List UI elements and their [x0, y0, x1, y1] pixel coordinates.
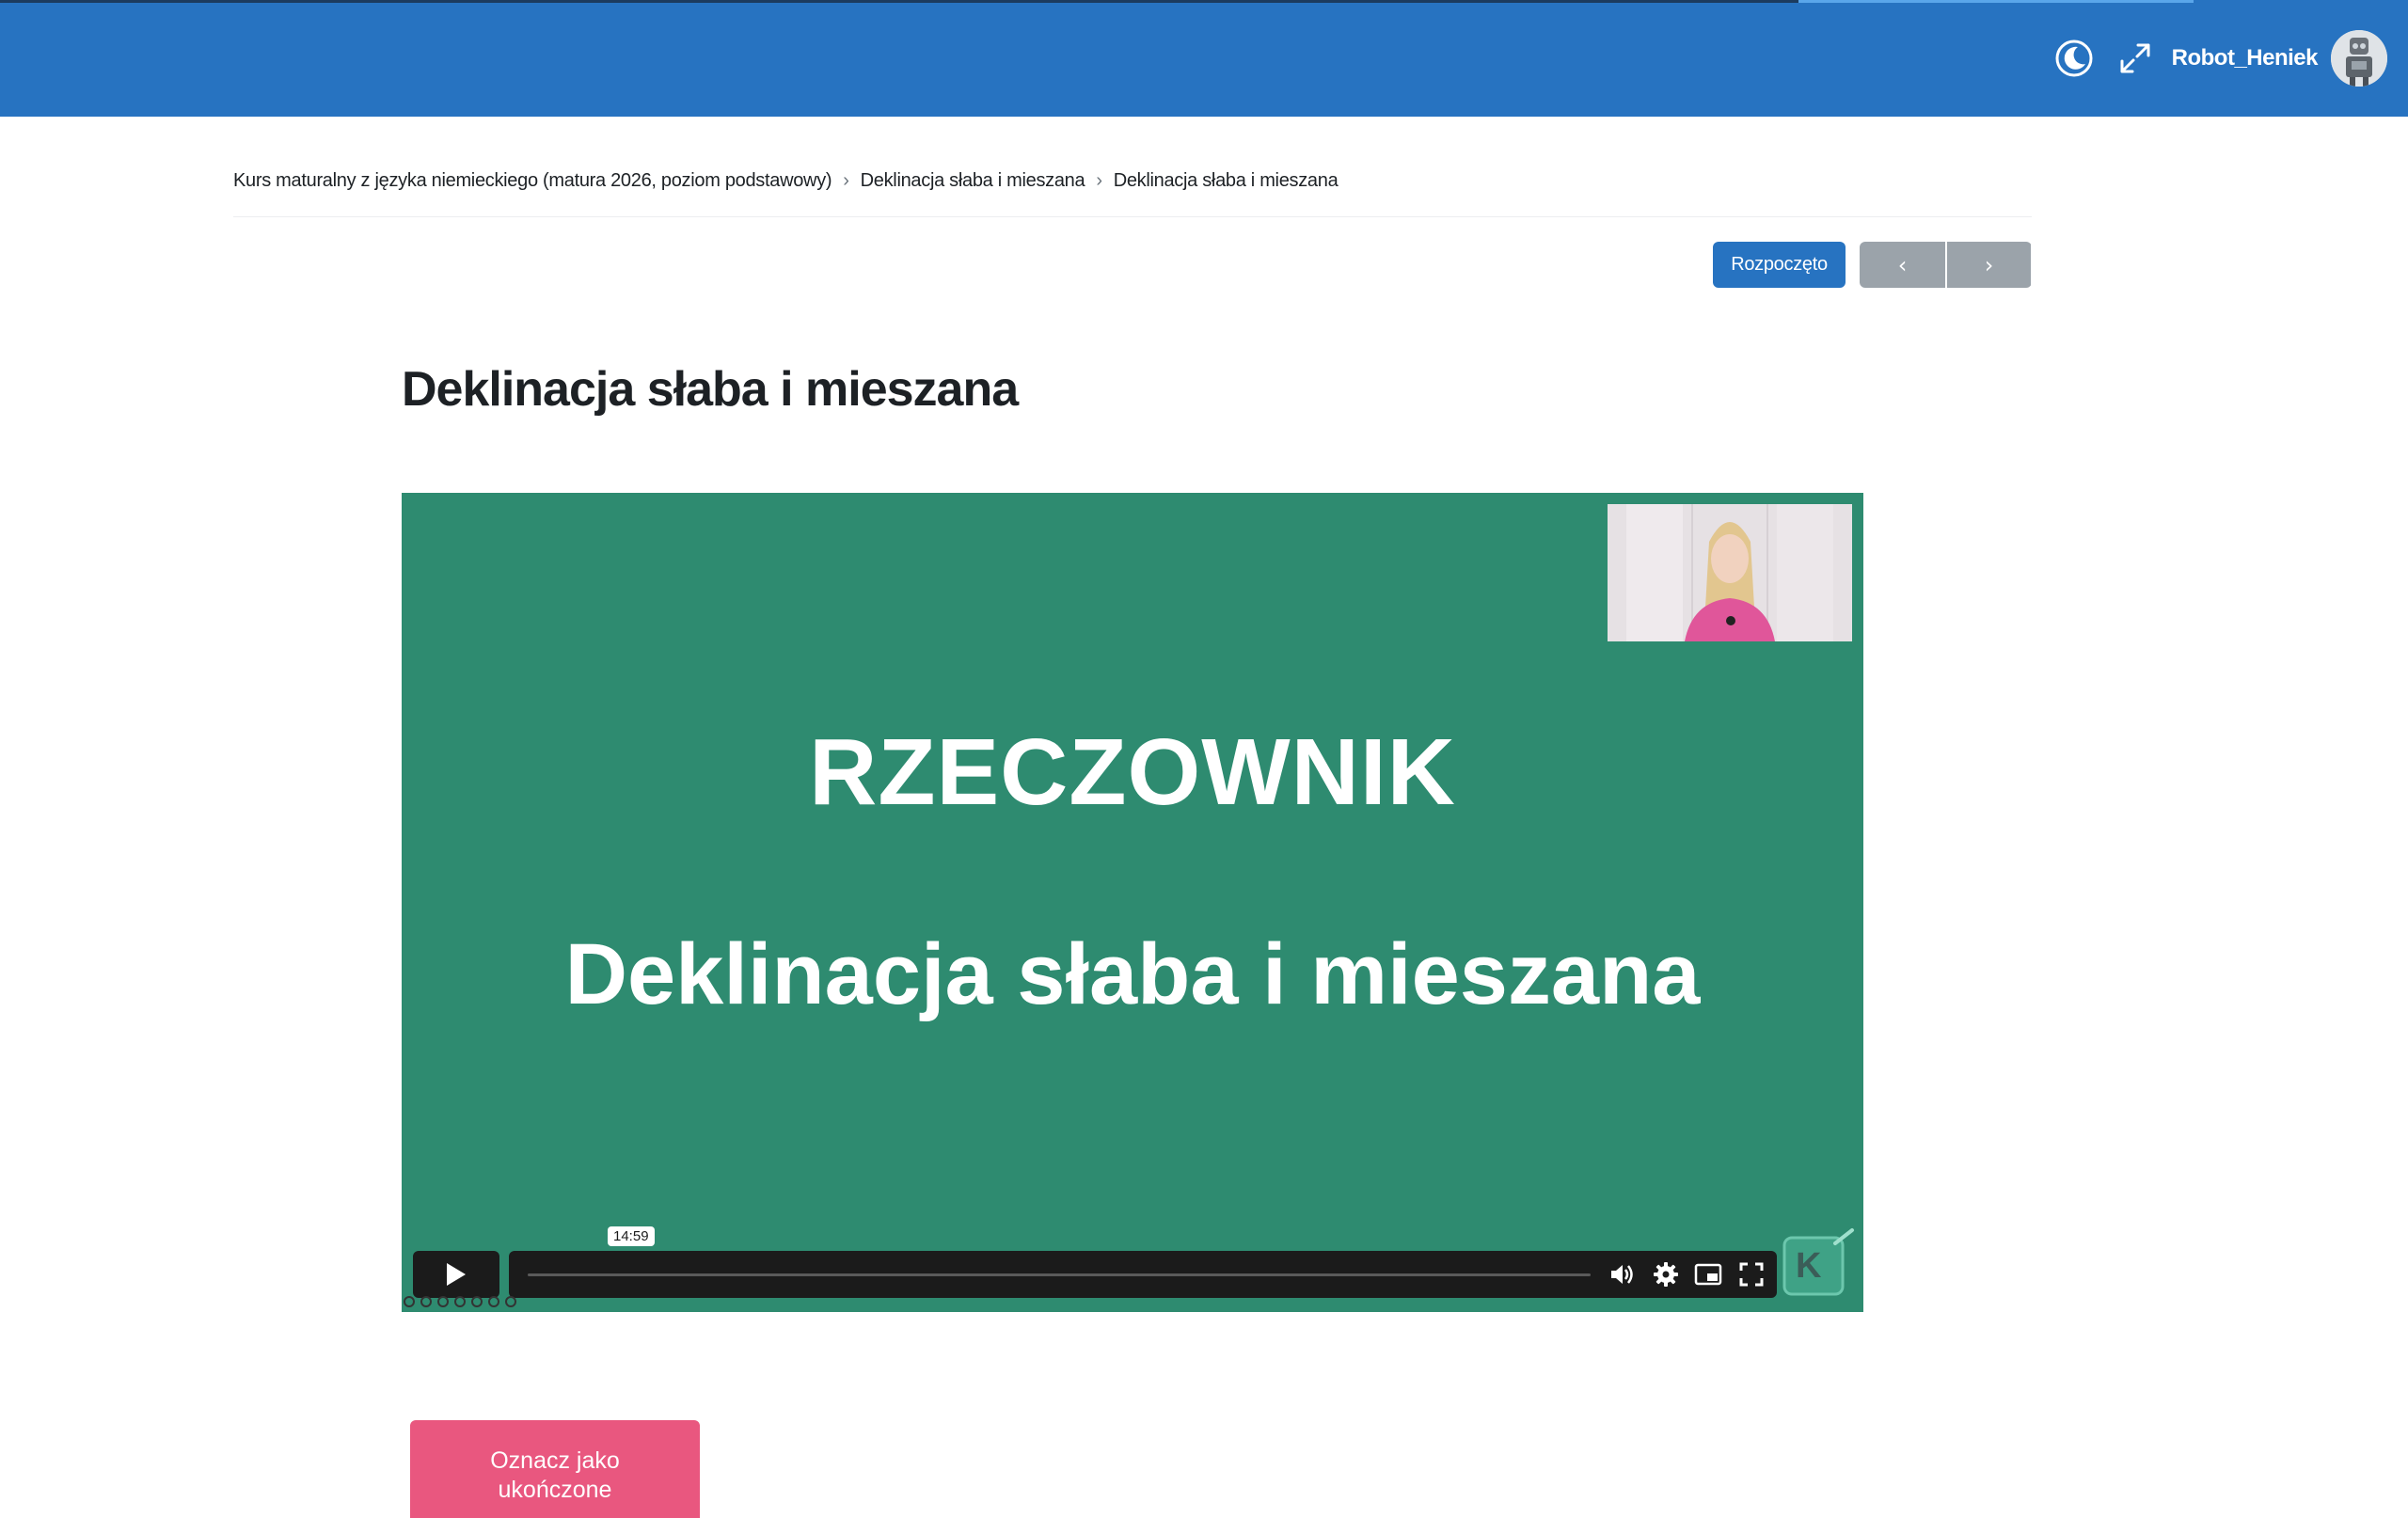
user-name[interactable]: Robot_Heniek: [2172, 41, 2319, 75]
navbar-edge: [0, 0, 1798, 3]
robot-avatar-icon: [2331, 30, 2387, 87]
brand-logo: K: [1777, 1226, 1856, 1302]
video-fullscreen-button[interactable]: [1737, 1260, 1766, 1289]
navbar-progress-indicator: [1798, 0, 2194, 3]
expand-icon: [2120, 43, 2150, 73]
mini-tool-icon[interactable]: [488, 1296, 499, 1307]
volume-button[interactable]: [1608, 1260, 1636, 1289]
slide-subheading: Deklinacja słaba i mieszana: [564, 926, 1701, 1022]
brand-logo-letter: K: [1796, 1246, 1822, 1286]
presenter-image: [1608, 504, 1852, 641]
duration-tooltip: 14:59: [608, 1226, 655, 1246]
moon-icon: [2055, 40, 2093, 77]
play-button[interactable]: [413, 1251, 499, 1298]
volume-icon: [1611, 1265, 1633, 1284]
brand-logo-icon: K: [1782, 1228, 1854, 1296]
video-progress-bar[interactable]: [528, 1273, 1591, 1276]
mini-toolbar: [404, 1296, 516, 1309]
mini-tool-icon[interactable]: [420, 1296, 432, 1307]
mini-tool-icon[interactable]: [404, 1296, 415, 1307]
breadcrumb-section[interactable]: Deklinacja słaba i mieszana: [861, 170, 1085, 192]
mini-tool-icon[interactable]: [505, 1296, 516, 1307]
avatar[interactable]: [2331, 30, 2387, 87]
gear-icon: [1654, 1262, 1678, 1287]
breadcrumb-current: Deklinacja słaba i mieszana: [1113, 169, 1339, 191]
video-player[interactable]: RZECZOWNIK Deklinacja słaba i mieszana 1…: [402, 493, 1863, 1312]
chevron-right-icon: ›: [1096, 169, 1102, 191]
mini-tool-icon[interactable]: [471, 1296, 483, 1307]
activity-pager: ‹ ›: [1860, 242, 2032, 288]
mark-complete-button[interactable]: Oznacz jako ukończone: [410, 1420, 700, 1518]
fullscreen-button[interactable]: [2105, 28, 2165, 88]
presenter-webcam-image: [1608, 504, 1852, 641]
video-control-track: 14:59: [509, 1226, 1777, 1298]
mini-tool-icon[interactable]: [454, 1296, 466, 1307]
mini-tool-icon[interactable]: [437, 1296, 449, 1307]
video-controls: 14:59: [413, 1226, 1777, 1298]
next-activity-button[interactable]: ›: [1945, 242, 2031, 288]
fullscreen-icon: [1739, 1262, 1764, 1287]
play-icon: [447, 1263, 466, 1286]
picture-in-picture-button[interactable]: [1694, 1260, 1722, 1289]
picture-in-picture-icon: [1694, 1263, 1722, 1286]
breadcrumb-divider: [233, 216, 2032, 217]
breadcrumb: Kurs maturalny z języka niemieckiego (ma…: [233, 166, 1339, 196]
slide-heading: RZECZOWNIK: [809, 719, 1456, 825]
theme-toggle-button[interactable]: [2044, 28, 2104, 88]
breadcrumb-course[interactable]: Kurs maturalny z języka niemieckiego (ma…: [233, 170, 832, 192]
chevron-right-icon: ›: [843, 169, 849, 191]
page-title: Deklinacja słaba i mieszana: [402, 362, 1019, 417]
previous-activity-button[interactable]: ‹: [1860, 242, 1945, 288]
top-navbar: Robot_Heniek: [0, 0, 2408, 117]
settings-button[interactable]: [1652, 1260, 1680, 1289]
status-started-button[interactable]: Rozpoczęto: [1713, 242, 1846, 288]
